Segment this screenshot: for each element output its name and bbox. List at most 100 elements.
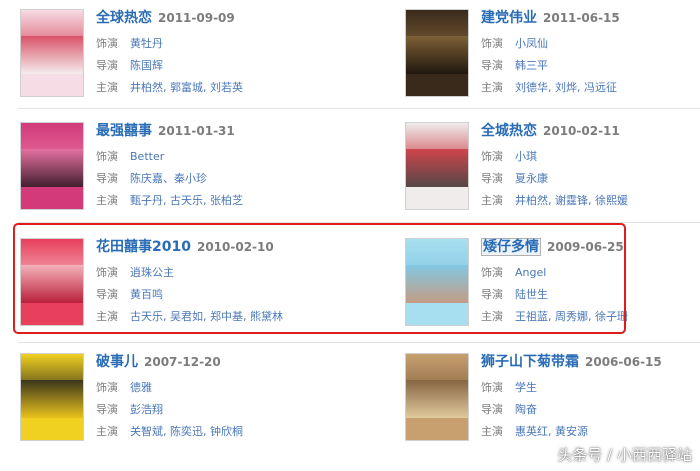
field-label: 导演	[481, 172, 503, 185]
role-line: 饰演 学生	[481, 379, 537, 395]
movie-card: 破事儿 2007-12-20 饰演 德雅 导演 彭浩翔 主演 关智斌, 陈奕迅, 钟欣桐	[20, 353, 350, 453]
release-date: 2010-02-10	[196, 240, 274, 254]
field-label: 主演	[96, 310, 118, 323]
role-line: 饰演 Angel	[481, 264, 546, 280]
field-value[interactable]: 陈国辉	[130, 59, 163, 72]
director-line: 导演 陆世生	[481, 286, 548, 302]
director-line: 导演 韩三平	[481, 57, 548, 73]
field-label: 主演	[481, 81, 503, 94]
field-label: 主演	[96, 194, 118, 207]
field-label: 饰演	[96, 381, 118, 394]
field-label: 主演	[481, 194, 503, 207]
director-line: 导演 夏永康	[481, 170, 548, 186]
movie-poster[interactable]	[405, 353, 469, 441]
field-label: 导演	[481, 59, 503, 72]
cast-line: 主演 井柏然, 谢霆锋, 徐熙媛	[481, 192, 628, 208]
movie-title-link[interactable]: 狮子山下菊带霜	[481, 354, 579, 370]
movie-title-link[interactable]: 全城热恋	[481, 123, 537, 139]
field-label: 主演	[96, 425, 118, 438]
release-date: 2010-02-11	[543, 124, 620, 138]
cast-line: 主演 井柏然, 郭富城, 刘若英	[96, 79, 243, 95]
field-value[interactable]: 黄百鸣	[130, 288, 163, 301]
field-label: 主演	[481, 310, 503, 323]
cast-line: 主演 关智斌, 陈奕迅, 钟欣桐	[96, 423, 243, 439]
director-line: 导演 彭浩翔	[96, 401, 163, 417]
movie-card: 最强囍事 2011-01-31 饰演 Better 导演 陈庆嘉、秦小珍 主演 甄子丹, 古天…	[20, 122, 350, 222]
field-label: 饰演	[96, 266, 118, 279]
movie-poster[interactable]	[20, 238, 84, 326]
movie-card: 全城热恋 2010-02-11 饰演 小琪 导演 夏永康 主演 井柏然, 谢霆锋, 徐熙媛	[405, 122, 700, 222]
field-label: 导演	[96, 172, 118, 185]
release-date: 2007-12-20	[144, 355, 221, 369]
movie-title-link[interactable]: 全球热恋	[96, 10, 152, 26]
field-label: 主演	[481, 425, 503, 438]
movie-poster[interactable]	[20, 122, 84, 210]
row-divider	[18, 342, 700, 343]
field-value[interactable]: 韩三平	[515, 59, 548, 72]
movie-card: 建党伟业 2011-06-15 饰演 小凤仙 导演 韩三平 主演 刘德华, 刘烨, 冯远征	[405, 9, 700, 109]
field-value[interactable]: 甄子丹, 古天乐, 张柏芝	[130, 194, 243, 207]
movie-poster[interactable]	[20, 9, 84, 97]
field-value[interactable]: 古天乐, 吴君如, 郑中基, 熊黛林	[130, 310, 283, 323]
field-value[interactable]: 王祖蓝, 周秀娜, 徐子珊	[515, 310, 628, 323]
movie-poster[interactable]	[405, 122, 469, 210]
release-date: 2011-06-15	[543, 11, 620, 25]
movie-title-link[interactable]: 矮仔多情	[481, 238, 541, 256]
field-value[interactable]: 陆世生	[515, 288, 548, 301]
movie-title-link[interactable]: 最强囍事	[96, 123, 152, 139]
director-line: 导演 黄百鸣	[96, 286, 163, 302]
field-value[interactable]: Angel	[515, 266, 546, 279]
field-label: 饰演	[96, 150, 118, 163]
field-value[interactable]: Better	[130, 150, 164, 163]
field-value[interactable]: 陶奋	[515, 403, 537, 416]
cast-line: 主演 惠英红, 黄安源	[481, 423, 588, 439]
release-date: 2011-09-09	[158, 11, 235, 25]
field-label: 导演	[96, 403, 118, 416]
field-value[interactable]: 井柏然, 郭富城, 刘若英	[130, 81, 243, 94]
role-line: 饰演 黄牡丹	[96, 35, 163, 51]
field-value[interactable]: 井柏然, 谢霆锋, 徐熙媛	[515, 194, 628, 207]
field-value[interactable]: 夏永康	[515, 172, 548, 185]
field-label: 饰演	[481, 150, 503, 163]
movie-poster[interactable]	[405, 238, 469, 326]
field-label: 饰演	[96, 37, 118, 50]
field-value[interactable]: 惠英红, 黄安源	[515, 425, 588, 438]
movie-card: 花田囍事2010 2010-02-10 饰演 逍珠公主 导演 黄百鸣 主演 古天乐, 吴君如,…	[20, 238, 350, 338]
field-value[interactable]: 刘德华, 刘烨, 冯远征	[515, 81, 617, 94]
field-value[interactable]: 陈庆嘉、秦小珍	[130, 172, 207, 185]
cast-line: 主演 古天乐, 吴君如, 郑中基, 熊黛林	[96, 308, 283, 324]
field-value[interactable]: 黄牡丹	[130, 37, 163, 50]
director-line: 导演 陶奋	[481, 401, 537, 417]
field-value[interactable]: 学生	[515, 381, 537, 394]
director-line: 导演 陈庆嘉、秦小珍	[96, 170, 207, 186]
movie-title-link[interactable]: 建党伟业	[481, 10, 537, 26]
field-label: 饰演	[481, 266, 503, 279]
row-divider	[18, 222, 700, 223]
movie-poster[interactable]	[405, 9, 469, 97]
role-line: 饰演 德雅	[96, 379, 152, 395]
field-label: 饰演	[481, 37, 503, 50]
field-value[interactable]: 关智斌, 陈奕迅, 钟欣桐	[130, 425, 243, 438]
movie-title-link[interactable]: 破事儿	[96, 354, 138, 370]
watermark: 头条号 / 小西西驿站	[557, 446, 692, 464]
cast-line: 主演 王祖蓝, 周秀娜, 徐子珊	[481, 308, 628, 324]
role-line: 饰演 小琪	[481, 148, 537, 164]
cast-line: 主演 刘德华, 刘烨, 冯远征	[481, 79, 617, 95]
director-line: 导演 陈国辉	[96, 57, 163, 73]
field-value[interactable]: 彭浩翔	[130, 403, 163, 416]
field-value[interactable]: 德雅	[130, 381, 152, 394]
field-label: 饰演	[481, 381, 503, 394]
field-value[interactable]: 小凤仙	[515, 37, 548, 50]
field-value[interactable]: 小琪	[515, 150, 537, 163]
release-date: 2011-01-31	[158, 124, 235, 138]
movie-title-link[interactable]: 花田囍事2010	[96, 239, 191, 255]
role-line: 饰演 逍珠公主	[96, 264, 174, 280]
movie-card: 全球热恋 2011-09-09 饰演 黄牡丹 导演 陈国辉 主演 井柏然, 郭富城, 刘若英	[20, 9, 350, 109]
release-date: 2009-06-25	[547, 240, 624, 254]
movie-poster[interactable]	[20, 353, 84, 441]
field-label: 导演	[96, 59, 118, 72]
field-label: 导演	[481, 288, 503, 301]
role-line: 饰演 小凤仙	[481, 35, 548, 51]
field-label: 导演	[96, 288, 118, 301]
field-value[interactable]: 逍珠公主	[130, 266, 174, 279]
